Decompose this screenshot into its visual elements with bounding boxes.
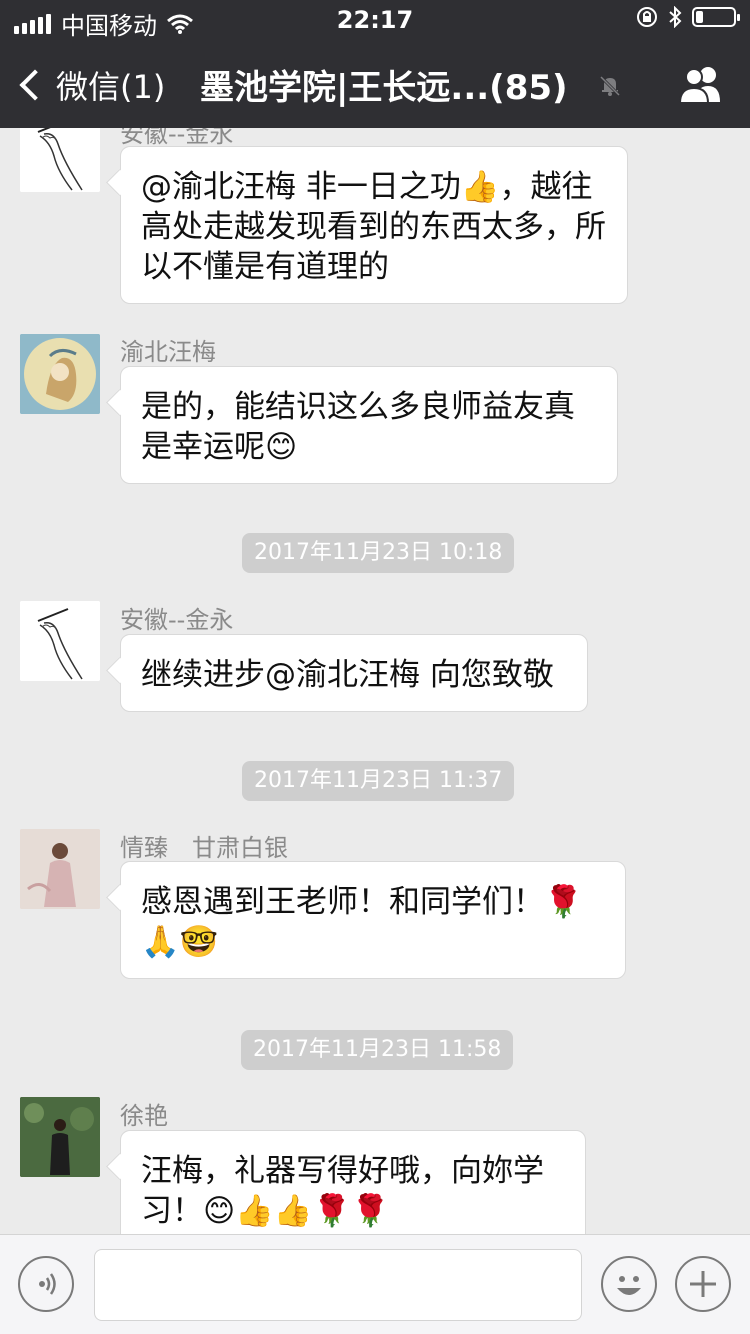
bell-muted-icon (599, 75, 621, 97)
sketch-hand-avatar (20, 128, 100, 192)
more-button[interactable] (675, 1256, 731, 1312)
battery-icon (692, 7, 740, 27)
chat-title: 墨池学院|王长远...(85) (200, 68, 568, 108)
sender-name: 徐艳 (120, 1102, 168, 1130)
back-button[interactable]: 微信(1) (18, 62, 165, 108)
timestamp-label: 2017年11月23日 11:58 (241, 1030, 514, 1070)
photo-avatar (20, 829, 100, 909)
group-members-icon[interactable] (678, 64, 724, 104)
avatar[interactable] (20, 601, 100, 681)
sketch-hand-avatar (20, 601, 100, 681)
message-bubble[interactable]: @渝北汪梅 非一日之功👍，越往高处走越发现看到的东西太多，所以不懂是有道理的 (120, 146, 628, 304)
emoji-icon (617, 1276, 641, 1295)
back-label: 微信(1) (56, 68, 166, 106)
avatar[interactable] (20, 1097, 100, 1177)
message-bubble[interactable]: 继续进步@渝北汪梅 向您致敬 (120, 634, 588, 712)
painting-avatar (20, 334, 100, 414)
timestamp-label: 2017年11月23日 11:37 (242, 761, 515, 801)
status-right (636, 6, 740, 28)
message-bubble[interactable]: 是的，能结识这么多良师益友真是幸运呢😊 (120, 366, 618, 484)
avatar[interactable] (20, 829, 100, 909)
sender-name: 情臻 甘肃白银 (120, 834, 288, 862)
avatar[interactable] (20, 334, 100, 414)
bluetooth-icon (669, 6, 682, 28)
input-bar (0, 1234, 750, 1334)
voice-input-icon (39, 1273, 56, 1295)
timestamp-label: 2017年11月23日 10:18 (242, 533, 515, 573)
sender-name: 安徽--金永 (120, 606, 234, 634)
message-bubble[interactable]: 汪梅，礼器写得好哦，向妳学习！😊👍👍🌹🌹 (120, 1130, 586, 1234)
sender-name: 渝北汪梅 (120, 338, 216, 366)
plus-icon (690, 1271, 716, 1297)
nav-bar: 微信(1) 墨池学院|王长远...(85) (0, 40, 750, 128)
emoji-button[interactable] (601, 1256, 657, 1312)
voice-input-button[interactable] (18, 1256, 74, 1312)
avatar[interactable] (20, 128, 100, 192)
orientation-lock-icon (637, 7, 657, 27)
photo-avatar (20, 1097, 100, 1177)
chat-area[interactable]: 安徽--金永 @渝北汪梅 非一日之功👍，越往高处走越发现看到的东西太多，所以不懂… (0, 128, 750, 1234)
message-input[interactable] (94, 1249, 582, 1321)
chevron-left-icon (19, 69, 51, 101)
status-bar: 中国移动 22:17 (0, 0, 750, 40)
message-bubble[interactable]: 感恩遇到王老师！和同学们！🌹🙏🤓 (120, 861, 626, 979)
